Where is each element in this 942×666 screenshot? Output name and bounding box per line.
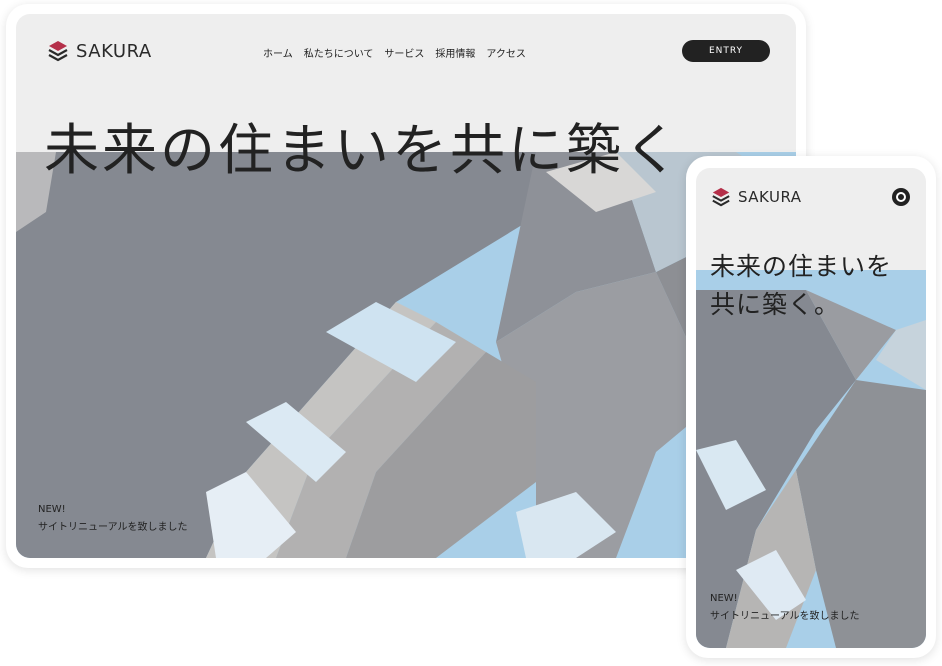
mobile-logo[interactable]: SAKURA xyxy=(710,187,802,207)
nav-item-recruit[interactable]: 採用情報 xyxy=(435,45,475,60)
nav-item-services[interactable]: サービス xyxy=(384,45,424,60)
nav-item-home[interactable]: ホーム xyxy=(263,45,293,60)
desktop-screen: SAKURA ホーム 私たちについて サービス 採用情報 アクセス ENTRY … xyxy=(16,14,796,558)
menu-button[interactable] xyxy=(892,188,910,206)
mobile-device-frame: SAKURA 未来の住まいを 共に築く。 NEW! サイトリニューアルを致しまし… xyxy=(686,156,936,658)
news-badge: NEW! xyxy=(38,504,66,515)
nav-item-about[interactable]: 私たちについて xyxy=(304,45,374,60)
menu-icon xyxy=(896,192,906,202)
headline-line-2: 共に築く。 xyxy=(710,290,841,319)
mobile-screen: SAKURA 未来の住まいを 共に築く。 NEW! サイトリニューアルを致しまし… xyxy=(696,168,926,648)
news-block: NEW! サイトリニューアルを致しました xyxy=(38,501,188,537)
mobile-hero-headline: 未来の住まいを 共に築く。 xyxy=(710,248,892,324)
hero-headline: 未来の住まいを共に築く xyxy=(44,118,683,182)
news-link[interactable]: サイトリニューアルを致しました xyxy=(38,519,188,537)
main-nav: ホーム 私たちについて サービス 採用情報 アクセス xyxy=(263,45,526,60)
logo-text: SAKURA xyxy=(738,188,802,206)
logo-mark-icon xyxy=(712,187,730,207)
nav-item-access[interactable]: アクセス xyxy=(486,45,526,60)
news-link[interactable]: サイトリニューアルを致しました xyxy=(710,608,860,626)
headline-line-1: 未来の住まいを xyxy=(710,252,893,281)
hero-image xyxy=(16,152,796,558)
logo-text: SAKURA xyxy=(76,40,152,62)
logo-mark-icon xyxy=(48,41,68,62)
entry-button[interactable]: ENTRY xyxy=(682,40,770,62)
news-badge: NEW! xyxy=(710,593,738,604)
desktop-logo[interactable]: SAKURA xyxy=(46,40,152,62)
mobile-news-block: NEW! サイトリニューアルを致しました xyxy=(710,590,860,626)
